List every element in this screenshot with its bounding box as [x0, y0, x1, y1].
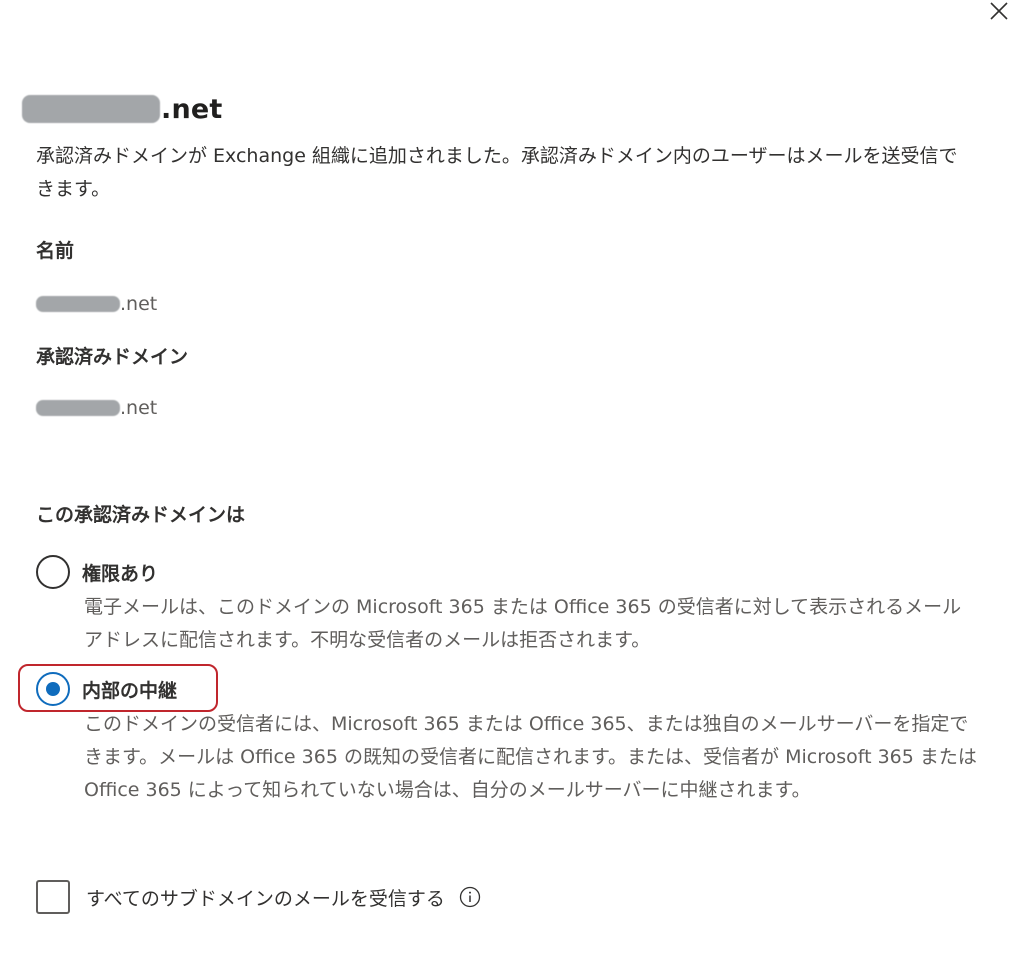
name-label: 名前 [36, 240, 75, 262]
subdomains-checkbox[interactable] [36, 880, 70, 914]
panel-title-suffix: .net [161, 93, 223, 125]
close-icon [990, 2, 1008, 20]
panel-description: 承認済みドメインが Exchange 組織に追加されました。承認済みドメイン内の… [36, 145, 958, 200]
radio-authoritative[interactable] [36, 555, 70, 589]
subdomains-checkbox-label: すべてのサブドメインのメールを受信する [86, 887, 445, 910]
domain-type-heading: この承認済みドメインは [36, 504, 246, 526]
redacted-name-value [36, 296, 120, 312]
radio-internal-relay[interactable] [36, 672, 70, 706]
radio-option-internal-relay[interactable]: 内部の中継 [36, 672, 177, 706]
close-button[interactable] [986, 0, 1014, 24]
domain-details-panel: .net 承認済みドメインが Exchange 組織に追加されました。承認済みド… [0, 0, 1014, 960]
redacted-domain-name [22, 95, 160, 123]
radio-internal-relay-description: このドメインの受信者には、Microsoft 365 または Office 36… [84, 713, 977, 801]
radio-authoritative-label: 権限あり [82, 562, 159, 585]
radio-authoritative-description: 電子メールは、このドメインの Microsoft 365 または Office … [84, 596, 962, 651]
name-value: .net [36, 292, 157, 316]
subdomains-option: すべてのサブドメインのメールを受信する [36, 880, 481, 914]
accepted-domain-label: 承認済みドメイン [36, 346, 189, 368]
info-icon[interactable] [459, 886, 481, 908]
radio-option-authoritative[interactable]: 権限あり [36, 555, 158, 589]
radio-internal-relay-label: 内部の中継 [82, 679, 178, 702]
redacted-accepted-domain-value [36, 400, 120, 416]
accepted-domain-value: .net [36, 396, 157, 420]
name-value-suffix: .net [120, 293, 158, 315]
accepted-domain-value-suffix: .net [120, 397, 158, 419]
panel-title: .net [22, 88, 223, 130]
